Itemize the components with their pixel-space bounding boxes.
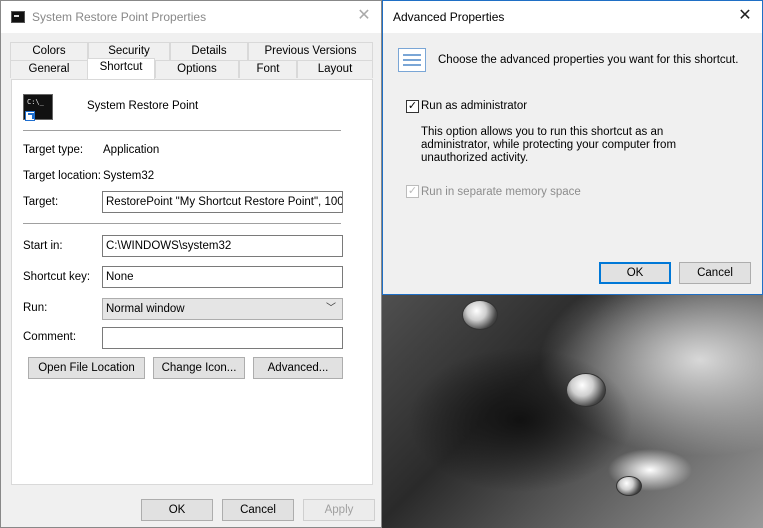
shortcut-key-label: Shortcut key: [23, 271, 91, 283]
tab-previous-versions[interactable]: Previous Versions [248, 42, 373, 60]
dialog-title: Advanced Properties [393, 10, 505, 24]
chevron-down-icon: ﹀ [326, 303, 336, 314]
run-as-admin-checkbox[interactable]: ✓ [406, 100, 419, 113]
title-bar[interactable]: System Restore Point Properties ✕ [1, 1, 381, 33]
tab-colors[interactable]: Colors [10, 42, 88, 60]
target-label: Target: [23, 196, 59, 208]
title-bar[interactable]: Advanced Properties ✕ [383, 1, 762, 33]
tab-options[interactable]: Options [155, 60, 239, 78]
advanced-properties-dialog: Advanced Properties ✕ Choose the advance… [382, 0, 763, 295]
window-title: System Restore Point Properties [32, 10, 207, 24]
tab-details[interactable]: Details [170, 42, 248, 60]
open-file-location-button[interactable]: Open File Location [28, 357, 145, 379]
comment-label: Comment: [23, 331, 77, 343]
water-drop-image [462, 300, 498, 330]
start-in-label: Start in: [23, 240, 63, 252]
target-input[interactable]: RestorePoint "My Shortcut Restore Point"… [102, 191, 343, 213]
properties-list-icon [398, 48, 426, 72]
console-app-icon [11, 11, 25, 23]
tab-font[interactable]: Font [239, 60, 297, 78]
tab-general[interactable]: General [10, 60, 88, 78]
close-icon[interactable]: ✕ [353, 6, 375, 28]
shortcut-name: System Restore Point [87, 100, 199, 112]
water-drop-image [616, 476, 642, 496]
target-type-value: Application [103, 144, 160, 156]
separate-memory-label: Run in separate memory space [421, 186, 581, 198]
water-drop-image [566, 373, 606, 407]
change-icon-button[interactable]: Change Icon... [153, 357, 245, 379]
shortcut-key-input[interactable]: None [102, 266, 343, 288]
tab-shortcut[interactable]: Shortcut [87, 58, 155, 79]
cancel-button[interactable]: Cancel [222, 499, 294, 521]
run-as-admin-label[interactable]: Run as administrator [421, 100, 527, 112]
target-location-label: Target location: [23, 170, 101, 182]
start-in-input[interactable]: C:\WINDOWS\system32 [102, 235, 343, 257]
ok-button[interactable]: OK [599, 262, 671, 284]
shortcut-arrow-icon [25, 111, 35, 121]
target-type-label: Target type: [23, 144, 84, 156]
separator [23, 223, 341, 224]
advanced-button[interactable]: Advanced... [253, 357, 343, 379]
target-location-value: System32 [103, 170, 155, 182]
apply-button[interactable]: Apply [303, 499, 375, 521]
dialog-header-text: Choose the advanced properties you want … [438, 54, 739, 66]
separate-memory-checkbox[interactable]: ✓ [406, 185, 419, 198]
comment-input[interactable] [102, 327, 343, 349]
run-select-value: Normal window [106, 303, 185, 315]
cancel-button[interactable]: Cancel [679, 262, 751, 284]
run-select[interactable]: Normal window ﹀ [102, 298, 343, 320]
run-as-admin-description: This option allows you to run this short… [421, 126, 677, 164]
run-label: Run: [23, 302, 48, 314]
ok-button[interactable]: OK [141, 499, 213, 521]
separator [23, 130, 341, 131]
shortcut-icon: C:\_ [23, 94, 53, 121]
close-icon[interactable]: ✕ [734, 6, 756, 28]
tab-layout[interactable]: Layout [297, 60, 373, 78]
shortcut-properties-window: System Restore Point Properties ✕ Colors… [0, 0, 382, 528]
